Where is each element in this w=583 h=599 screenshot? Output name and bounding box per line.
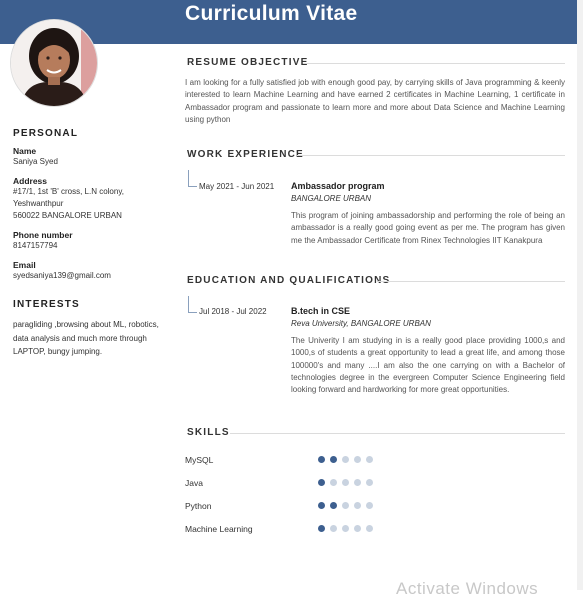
- experience-description: This program of joining ambassadorship a…: [291, 211, 565, 245]
- education-title: B.tech in CSE: [291, 306, 351, 316]
- skill-dot-empty: [354, 479, 361, 486]
- avatar: [11, 20, 97, 106]
- education-description: The Univerity I am studying in is a real…: [291, 336, 565, 395]
- skill-rating: [318, 479, 373, 486]
- personal-heading: PERSONAL: [13, 128, 79, 139]
- skill-dot-filled: [318, 479, 325, 486]
- objective-text: I am looking for a fully satisfied job w…: [185, 78, 565, 124]
- skill-dot-filled: [318, 456, 325, 463]
- skill-dot-empty: [342, 456, 349, 463]
- skill-dot-empty: [354, 456, 361, 463]
- skill-dot-empty: [366, 456, 373, 463]
- address-label: Address: [13, 176, 48, 186]
- skill-name: Machine Learning: [185, 524, 253, 534]
- education-date: Jul 2018 - Jul 2022: [199, 307, 267, 316]
- skill-dot-empty: [342, 502, 349, 509]
- skill-dot-filled: [330, 502, 337, 509]
- email-label: Email: [13, 260, 36, 270]
- skill-dot-empty: [354, 525, 361, 532]
- timeline-marker: [188, 296, 197, 313]
- skill-dot-empty: [330, 479, 337, 486]
- skill-rating: [318, 525, 373, 532]
- address-line-1: #17/1, 1st 'B' cross, L.N colony,: [13, 187, 124, 196]
- name-value: Saniya Syed: [13, 157, 58, 166]
- experience-org: BANGALORE URBAN: [291, 194, 372, 203]
- skill-rating: [318, 456, 373, 463]
- skill-dot-filled: [318, 502, 325, 509]
- skills-heading: SKILLS: [187, 427, 230, 438]
- objective-heading: RESUME OBJECTIVE: [187, 57, 309, 68]
- skill-dot-empty: [354, 502, 361, 509]
- education-heading: EDUCATION AND QUALIFICATIONS: [187, 275, 391, 286]
- address-line-2: Yeshwanthpur: [13, 199, 64, 208]
- skill-dot-filled: [330, 456, 337, 463]
- skill-dot-empty: [366, 479, 373, 486]
- skill-dot-empty: [366, 525, 373, 532]
- divider: [377, 281, 565, 282]
- skill-name: Java: [185, 478, 203, 488]
- divider: [230, 433, 565, 434]
- skill-dot-empty: [342, 479, 349, 486]
- page-edge: [577, 0, 583, 590]
- divider: [303, 63, 565, 64]
- skill-dot-empty: [330, 525, 337, 532]
- timeline-marker: [188, 170, 197, 187]
- address-line-3: 560022 BANGALORE URBAN: [13, 211, 122, 220]
- phone-label: Phone number: [13, 230, 73, 240]
- divider: [297, 155, 565, 156]
- interests-text: paragliding ,browsing about ML, robotics…: [13, 320, 159, 356]
- skill-name: Python: [185, 501, 212, 511]
- skill-name: MySQL: [185, 455, 214, 465]
- name-label: Name: [13, 146, 37, 156]
- skill-dot-filled: [318, 525, 325, 532]
- page-title: Curriculum Vitae: [185, 2, 358, 25]
- skill-dot-empty: [366, 502, 373, 509]
- phone-value: 8147157794: [13, 241, 58, 250]
- activation-watermark: Activate Windows: [396, 579, 539, 598]
- experience-date: May 2021 - Jun 2021: [199, 182, 275, 191]
- education-org: Reva University, BANGALORE URBAN: [291, 319, 431, 328]
- skill-rating: [318, 502, 373, 509]
- experience-title: Ambassador program: [291, 181, 385, 191]
- experience-heading: WORK EXPERIENCE: [187, 149, 304, 160]
- interests-heading: INTERESTS: [13, 299, 80, 310]
- email-value[interactable]: syedsaniya139@gmail.com: [13, 270, 111, 282]
- skill-dot-empty: [342, 525, 349, 532]
